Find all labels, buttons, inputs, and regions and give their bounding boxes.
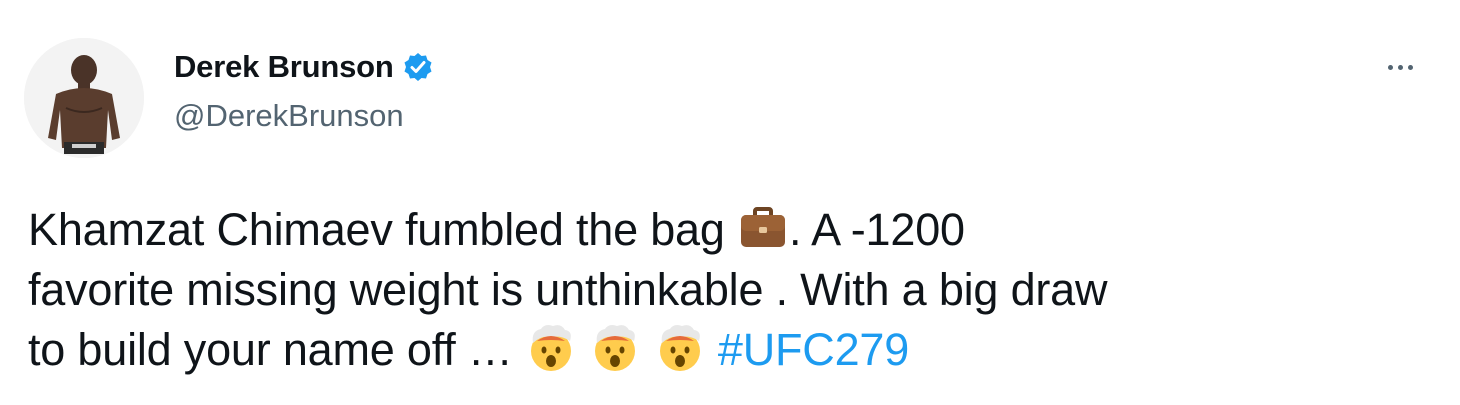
- more-options-icon[interactable]: [1376, 52, 1424, 82]
- dot: [1387, 64, 1393, 70]
- avatar-image: [24, 38, 144, 158]
- verified-badge-icon: [402, 51, 434, 83]
- exploding-head-emoji-icon: [589, 321, 641, 373]
- tweet-card: Derek Brunson @DerekBrunson Khamzat Chim…: [0, 0, 1460, 405]
- tweet-text-segment: Khamzat Chimaev fumbled the bag: [28, 204, 737, 255]
- tweet-line-3: to build your name off … #UFC279: [28, 320, 1438, 380]
- tweet-text: Khamzat Chimaev fumbled the bag . A -120…: [28, 200, 1438, 380]
- exploding-head-emoji-icon: [525, 321, 577, 373]
- dot: [1407, 64, 1413, 70]
- tweet-text-segment: . A -1200: [789, 204, 965, 255]
- tweet-line-1: Khamzat Chimaev fumbled the bag . A -120…: [28, 200, 1438, 260]
- tweet-text-segment: to build your name off …: [28, 324, 525, 375]
- author-display-name[interactable]: Derek Brunson: [174, 49, 394, 85]
- briefcase-emoji-icon: [737, 201, 789, 253]
- author-handle[interactable]: @DerekBrunson: [174, 98, 404, 134]
- tweet-line-2: favorite missing weight is unthinkable .…: [28, 264, 1108, 315]
- author-name-row[interactable]: Derek Brunson: [174, 47, 434, 87]
- exploding-head-emoji-icon: [654, 321, 706, 373]
- hashtag-link[interactable]: #UFC279: [718, 324, 909, 375]
- dot: [1397, 64, 1403, 70]
- avatar[interactable]: [24, 38, 144, 158]
